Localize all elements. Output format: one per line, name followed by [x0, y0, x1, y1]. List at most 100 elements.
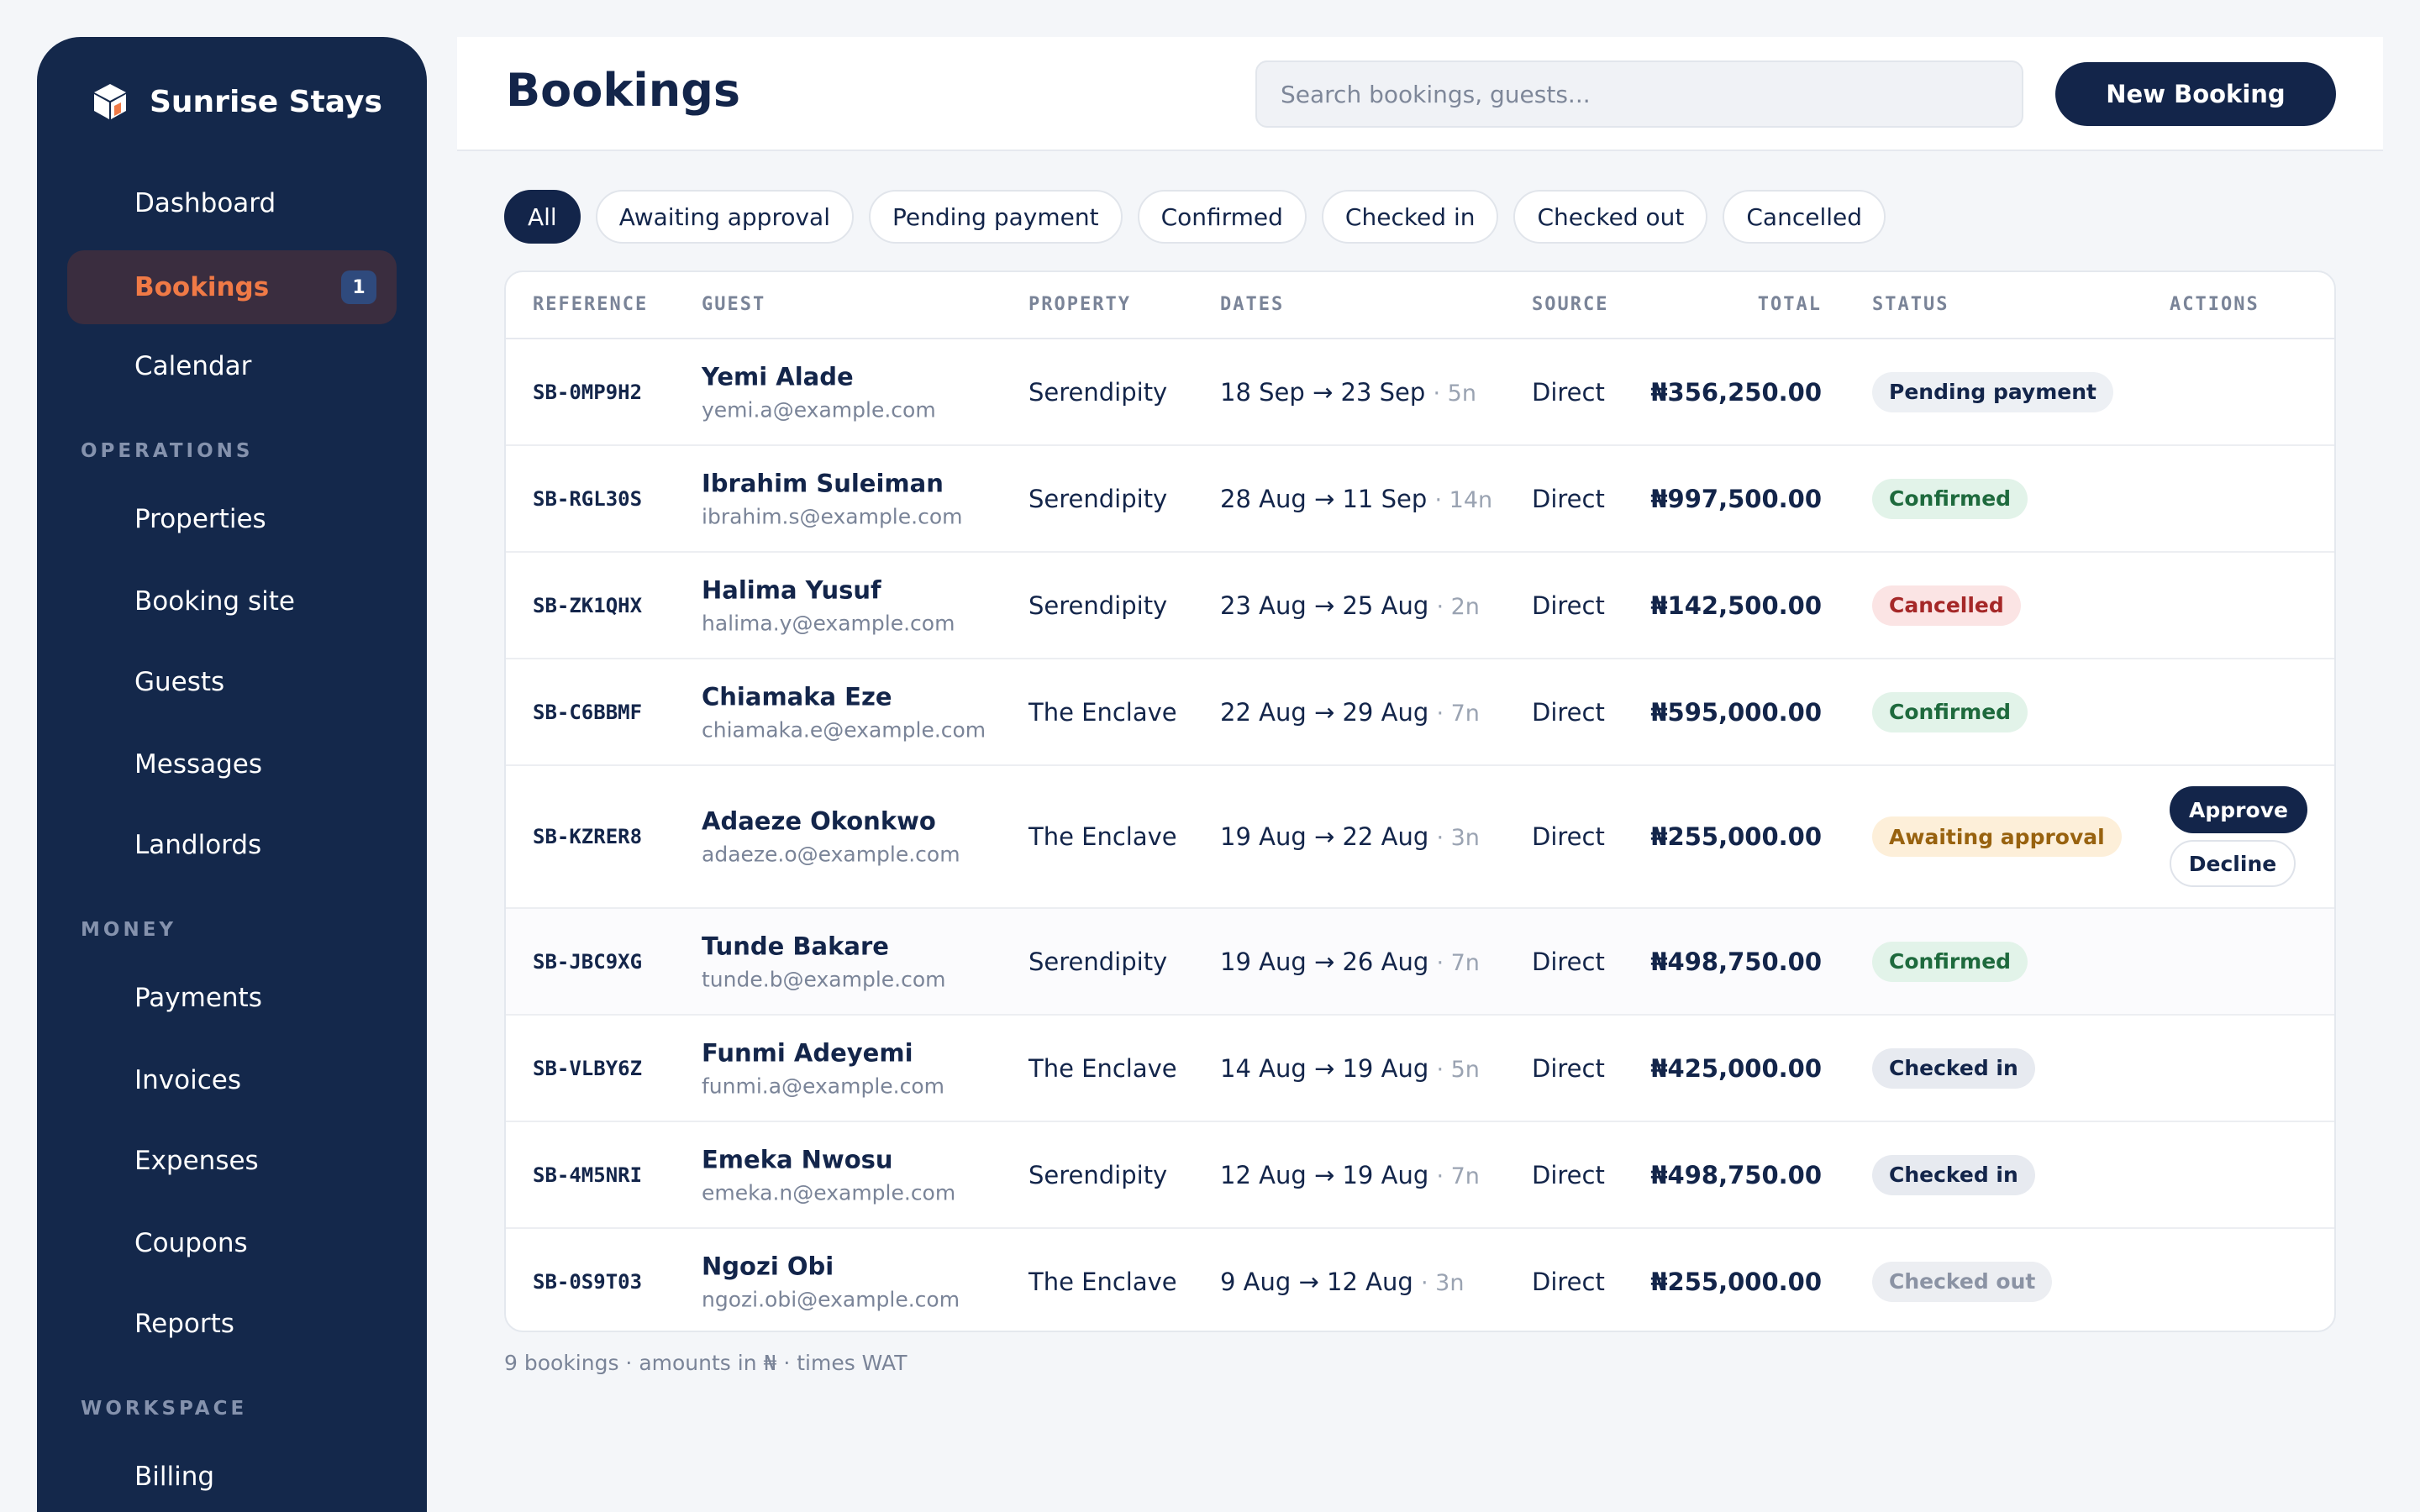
filter-chip-confirmed[interactable]: Confirmed	[1137, 190, 1307, 244]
table-row[interactable]: SB-0MP9H2 Yemi Alade yemi.a@example.com …	[506, 339, 2334, 446]
section-heading-workspace: WORKSPACE	[81, 1398, 248, 1420]
guest-name[interactable]: Adaeze Okonkwo	[702, 807, 960, 836]
nights-count: · 5n	[1433, 380, 1476, 407]
sidebar-item-guests[interactable]: Guests	[67, 645, 397, 719]
nights-count: · 2n	[1436, 593, 1480, 620]
sidebar-item-properties[interactable]: Properties	[67, 482, 397, 556]
filter-chip-awaiting-approval[interactable]: Awaiting approval	[595, 190, 854, 244]
filter-chip-checked-in[interactable]: Checked in	[1321, 190, 1499, 244]
column-header-source[interactable]: SOURCE	[1532, 294, 1608, 315]
table-row[interactable]: SB-ZK1QHX Halima Yusuf halima.y@example.…	[506, 553, 2334, 659]
new-booking-button[interactable]: New Booking	[2055, 62, 2336, 126]
booking-reference: SB-ZK1QHX	[533, 593, 643, 617]
sidebar-item-coupons[interactable]: Coupons	[67, 1206, 397, 1280]
filter-chip-checked-out[interactable]: Checked out	[1513, 190, 1708, 244]
sidebar-item-dashboard[interactable]: Dashboard	[67, 166, 397, 240]
date-range: 19 Aug → 22 Aug · 3n	[1220, 822, 1480, 851]
sidebar-item-booking-site[interactable]: Booking site	[67, 564, 397, 638]
filter-chip-all[interactable]: All	[504, 190, 581, 244]
date-range-text: 19 Aug → 26 Aug	[1220, 947, 1429, 976]
guest-name[interactable]: Ngozi Obi	[702, 1252, 960, 1280]
table-row[interactable]: SB-KZRER8 Adaeze Okonkwo adaeze.o@exampl…	[506, 766, 2334, 909]
sidebar-item-messages[interactable]: Messages	[67, 727, 397, 801]
table-row[interactable]: SB-RGL30S Ibrahim Suleiman ibrahim.s@exa…	[506, 446, 2334, 553]
row-actions: Approve Decline	[2170, 786, 2307, 887]
sidebar-item-bookings[interactable]: Bookings 1	[67, 250, 397, 324]
booking-total: ₦356,250.00	[1650, 377, 1822, 407]
booking-reference: SB-0MP9H2	[533, 380, 643, 404]
property-name: The Enclave	[1028, 1053, 1177, 1083]
booking-total: ₦255,000.00	[1650, 822, 1822, 851]
date-range-text: 23 Aug → 25 Aug	[1220, 591, 1429, 620]
booking-reference: SB-JBC9XG	[533, 949, 643, 974]
column-header-guest[interactable]: GUEST	[702, 294, 765, 315]
date-range-text: 9 Aug → 12 Aug	[1220, 1267, 1413, 1296]
table-row[interactable]: SB-VLBY6Z Funmi Adeyemi funmi.a@example.…	[506, 1016, 2334, 1122]
property-name: Serendipity	[1028, 947, 1168, 976]
guest-name[interactable]: Yemi Alade	[702, 362, 936, 391]
property-name: The Enclave	[1028, 822, 1177, 851]
booking-reference: SB-C6BBMF	[533, 700, 643, 724]
table-row[interactable]: SB-C6BBMF Chiamaka Eze chiamaka.e@exampl…	[506, 659, 2334, 766]
sidebar-item-landlords[interactable]: Landlords	[67, 808, 397, 882]
booking-reference: SB-RGL30S	[533, 486, 643, 511]
brand-name: Sunrise Stays	[150, 84, 382, 119]
booking-source: Direct	[1532, 697, 1605, 727]
guest-name[interactable]: Chiamaka Eze	[702, 682, 986, 711]
sidebar-item-label: Landlords	[134, 830, 262, 860]
guest-cell: Chiamaka Eze chiamaka.e@example.com	[702, 682, 986, 742]
column-header-actions: ACTIONS	[2170, 294, 2260, 315]
guest-email: emeka.n@example.com	[702, 1180, 956, 1205]
decline-button[interactable]: Decline	[2170, 840, 2296, 887]
status-badge: Checked in	[1872, 1154, 2035, 1195]
column-header-dates[interactable]: DATES	[1220, 294, 1284, 315]
booking-source: Direct	[1532, 1053, 1605, 1083]
sidebar-item-payments[interactable]: Payments	[67, 961, 397, 1035]
property-name: Serendipity	[1028, 1160, 1168, 1189]
status-badge: Checked in	[1872, 1047, 2035, 1089]
date-range: 23 Aug → 25 Aug · 2n	[1220, 591, 1480, 620]
date-range: 14 Aug → 19 Aug · 5n	[1220, 1054, 1480, 1083]
guest-email: yemi.a@example.com	[702, 397, 936, 422]
booking-source: Direct	[1532, 1160, 1605, 1189]
table-row[interactable]: SB-JBC9XG Tunde Bakare tunde.b@example.c…	[506, 909, 2334, 1016]
sidebar-item-calendar[interactable]: Calendar	[67, 329, 397, 403]
table-row[interactable]: SB-0S9T03 Ngozi Obi ngozi.obi@example.co…	[506, 1229, 2334, 1331]
brand[interactable]: Sunrise Stays	[89, 81, 382, 123]
sidebar-item-billing[interactable]: Billing	[67, 1440, 397, 1512]
guest-email: adaeze.o@example.com	[702, 842, 960, 867]
search-input[interactable]	[1255, 60, 2023, 128]
guest-name[interactable]: Funmi Adeyemi	[702, 1038, 944, 1067]
guest-name[interactable]: Halima Yusuf	[702, 575, 955, 604]
header: Bookings New Booking	[457, 37, 2383, 151]
guest-name[interactable]: Ibrahim Suleiman	[702, 469, 962, 497]
guest-name[interactable]: Tunde Bakare	[702, 932, 946, 960]
approve-button[interactable]: Approve	[2170, 786, 2307, 833]
guest-cell: Ibrahim Suleiman ibrahim.s@example.com	[702, 469, 962, 528]
filter-chip-pending-payment[interactable]: Pending payment	[869, 190, 1123, 244]
date-range-text: 22 Aug → 29 Aug	[1220, 697, 1429, 727]
column-header-total[interactable]: TOTAL	[1758, 294, 1822, 315]
status-badge: Checked out	[1872, 1261, 2053, 1302]
guest-cell: Adaeze Okonkwo adaeze.o@example.com	[702, 807, 960, 867]
sidebar-item-label: Reports	[134, 1309, 234, 1339]
filter-chip-cancelled[interactable]: Cancelled	[1723, 190, 1886, 244]
booking-total: ₦142,500.00	[1650, 591, 1822, 620]
guest-cell: Emeka Nwosu emeka.n@example.com	[702, 1145, 955, 1205]
table-row[interactable]: SB-4M5NRI Emeka Nwosu emeka.n@example.co…	[506, 1122, 2334, 1229]
sidebar-item-invoices[interactable]: Invoices	[67, 1043, 397, 1117]
column-header-status[interactable]: STATUS	[1872, 294, 1949, 315]
column-header-reference[interactable]: REFERENCE	[533, 294, 648, 315]
booking-source: Direct	[1532, 1267, 1605, 1296]
column-header-property[interactable]: PROPERTY	[1028, 294, 1131, 315]
sidebar: Sunrise Stays Dashboard Bookings 1 Calen…	[37, 37, 427, 1512]
status-badge: Confirmed	[1872, 941, 2028, 982]
sidebar-item-label: Payments	[134, 983, 262, 1013]
sidebar-item-expenses[interactable]: Expenses	[67, 1124, 397, 1198]
booking-source: Direct	[1532, 591, 1605, 620]
sidebar-item-label: Bookings	[134, 272, 270, 302]
sidebar-item-reports[interactable]: Reports	[67, 1287, 397, 1361]
guest-name[interactable]: Emeka Nwosu	[702, 1145, 955, 1173]
guest-email: funmi.a@example.com	[702, 1074, 945, 1098]
sidebar-item-label: Invoices	[134, 1065, 241, 1095]
